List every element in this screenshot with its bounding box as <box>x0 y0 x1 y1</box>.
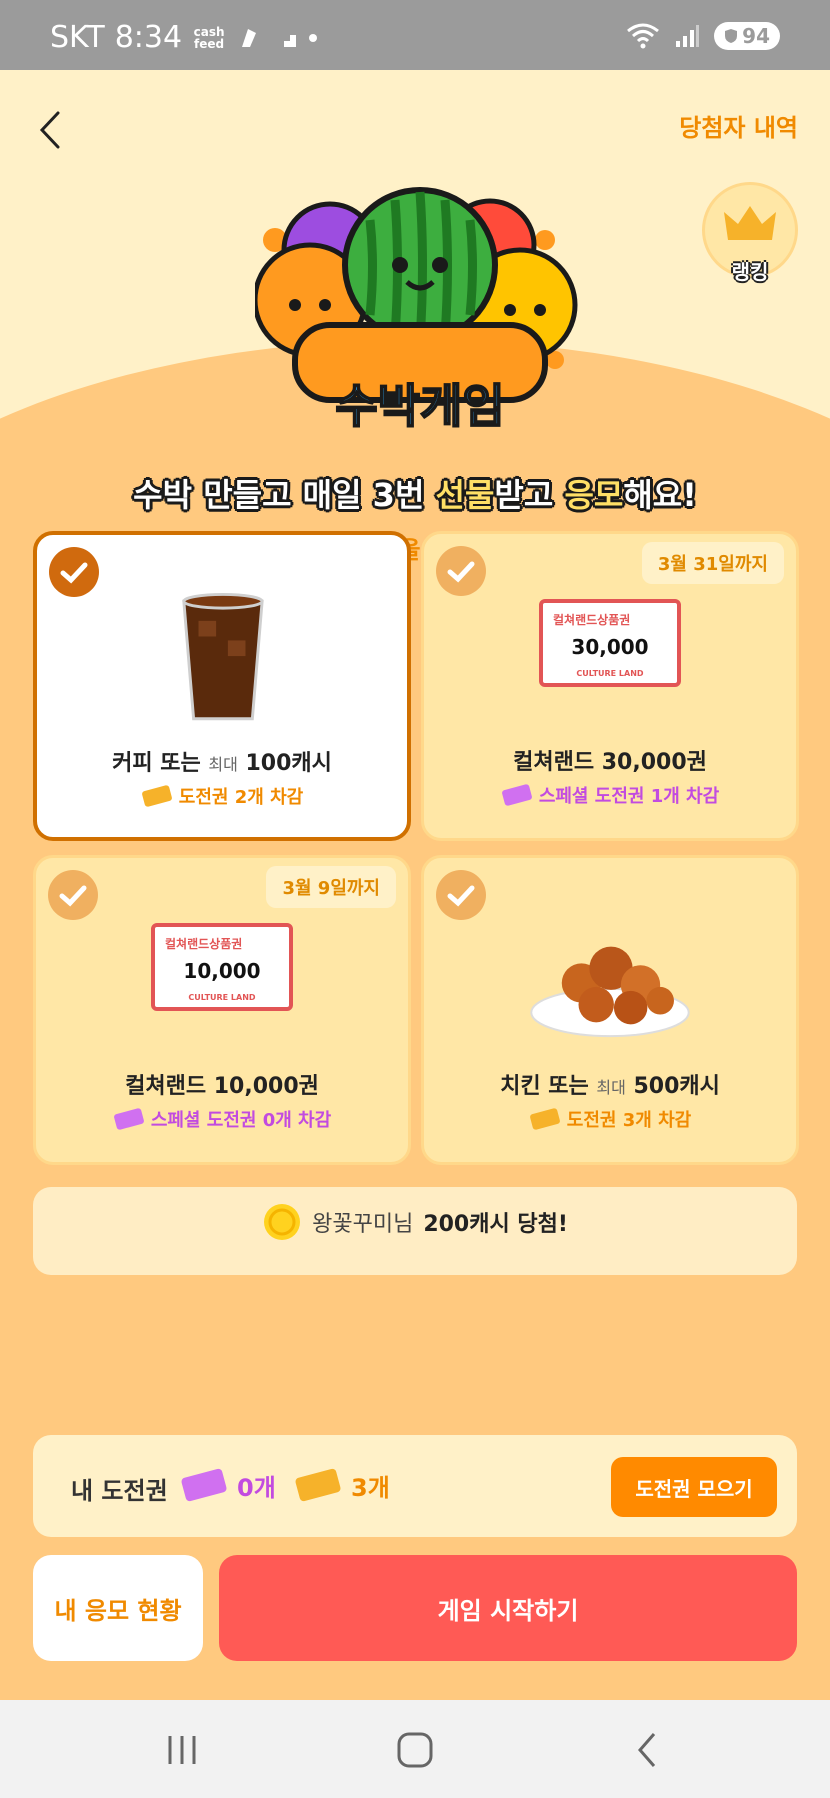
prize-name-max: 최대 <box>596 1078 626 1097</box>
special-ticket-icon <box>181 1468 227 1502</box>
deadline-badge: 3월 9일까지 <box>266 866 396 908</box>
battery-indicator: 94 <box>714 22 780 50</box>
voucher-title: 컬쳐랜드상품권 <box>553 613 631 627</box>
hero-area: 당첨자 내역 랭킹 수박게임 수박 만들고 매일 3번 선물받고 응모해요! 원… <box>0 70 830 570</box>
battery-level: 94 <box>742 24 770 48</box>
special-ticket-icon <box>113 1108 144 1130</box>
special-ticket-count: 0개 <box>179 1465 276 1505</box>
prize-cost-text: 도전권 3개 차감 <box>566 1110 692 1131</box>
prize-name-text: 치킨 또는 <box>500 1074 597 1099</box>
back-icon[interactable] <box>32 105 72 155</box>
cash-feed-icon: cash feed <box>193 24 225 51</box>
clock: 8:34 <box>114 20 183 55</box>
collect-tickets-button[interactable]: 도전권 모으기 <box>611 1457 777 1517</box>
notification-app-icon <box>242 28 257 47</box>
voucher-amount: 10,000 <box>183 959 261 983</box>
fried-chicken-image <box>530 946 690 1038</box>
voucher-image: 컬쳐랜드상품권 30,000 CULTURE LAND <box>424 589 796 729</box>
winner-name: 왕꽃꾸미님 <box>312 1212 414 1237</box>
prize-cost: 도전권 2개 차감 <box>37 783 407 809</box>
voucher-brand: CULTURE LAND <box>576 669 644 678</box>
carrier: SKT <box>50 20 105 55</box>
more-dot-icon <box>309 33 318 42</box>
wifi-icon <box>627 23 660 49</box>
voucher-card: 컬쳐랜드상품권 30,000 CULTURE LAND <box>539 599 681 687</box>
ticket-icon <box>529 1108 560 1130</box>
voucher-title: 컬쳐랜드상품권 <box>165 937 243 951</box>
prize-card-coffee[interactable]: 커피 또는 최대 100캐시 도전권 2개 차감 <box>33 531 411 841</box>
headline-part: 수박 만들고 매일 3번 <box>133 476 436 514</box>
headline-highlight-apply: 응모 <box>564 476 624 514</box>
deadline-badge: 3월 31일까지 <box>641 542 784 584</box>
prize-name-text: 커피 또는 <box>112 751 209 776</box>
ticket-count-value: 3개 <box>351 1473 390 1502</box>
signal-icon <box>676 25 700 47</box>
status-left: SKT 8:34 cash feed <box>50 20 318 55</box>
iced-coffee-image <box>182 592 264 721</box>
prize-name-amount: 100캐시 <box>237 751 332 776</box>
winner-ticker: 왕꽃꾸미님 200캐시 당첨! <box>33 1187 797 1275</box>
home-icon[interactable] <box>393 1728 437 1772</box>
prize-cost: 스페셜 도전권 0개 차감 <box>36 1106 408 1132</box>
start-game-button[interactable]: 게임 시작하기 <box>219 1555 797 1661</box>
ticket-icon <box>141 785 172 807</box>
status-bar: SKT 8:34 cash feed 94 <box>0 0 830 70</box>
ticket-count: 3개 <box>293 1465 390 1505</box>
headline-highlight-gift: 선물 <box>435 476 495 514</box>
voucher-card: 컬쳐랜드상품권 10,000 CULTURE LAND <box>151 923 293 1011</box>
voucher-amount: 30,000 <box>571 635 649 659</box>
headline-part: 해요! <box>623 476 697 514</box>
special-ticket-count-value: 0개 <box>237 1473 276 1502</box>
prize-name-amount: 500캐시 <box>625 1074 720 1099</box>
shield-icon <box>725 29 738 43</box>
ranking-label: 랭킹 <box>731 260 769 284</box>
my-entries-button[interactable]: 내 응모 현황 <box>33 1555 203 1661</box>
coin-icon <box>264 1204 301 1240</box>
prize-name: 컬쳐랜드 10,000권 <box>125 1074 319 1099</box>
headline-part: 받고 <box>494 476 565 514</box>
prize-card-chicken[interactable]: 치킨 또는 최대 500캐시 도전권 3개 차감 <box>421 855 799 1165</box>
prize-cost-text: 스페셜 도전권 1개 차감 <box>538 786 720 807</box>
prize-name: 치킨 또는 최대 500캐시 <box>424 1068 796 1100</box>
prize-name-max: 최대 <box>208 755 238 774</box>
headline: 수박 만들고 매일 3번 선물받고 응모해요! <box>0 470 830 516</box>
prize-name: 커피 또는 최대 100캐시 <box>37 745 407 777</box>
winner-ticker-text: 왕꽃꾸미님 200캐시 당첨! <box>33 1202 797 1242</box>
winner-result: 200캐시 당첨! <box>423 1212 568 1237</box>
back-nav-icon[interactable] <box>626 1728 670 1772</box>
prize-cost-text: 스페셜 도전권 0개 차감 <box>150 1110 332 1131</box>
voucher-image: 컬쳐랜드상품권 10,000 CULTURE LAND <box>36 913 408 1053</box>
game-title-logo-text: 수박게임 <box>334 378 505 434</box>
status-right: 94 <box>626 22 780 50</box>
navigation-bar <box>0 1700 830 1798</box>
prize-card-cultureland-30000[interactable]: 3월 31일까지 컬쳐랜드상품권 30,000 CULTURE LAND 컬쳐랜… <box>421 531 799 841</box>
prize-cost: 도전권 3개 차감 <box>424 1106 796 1132</box>
prize-name: 컬쳐랜드 30,000권 <box>513 750 707 775</box>
prize-card-cultureland-10000[interactable]: 3월 9일까지 컬쳐랜드상품권 10,000 CULTURE LAND 컬쳐랜드… <box>33 855 411 1165</box>
winners-history-link[interactable]: 당첨자 내역 <box>679 108 798 143</box>
special-ticket-icon <box>501 784 532 806</box>
notification-stairs-icon <box>276 34 297 47</box>
recent-apps-icon[interactable] <box>160 1728 204 1772</box>
prize-cost: 스페셜 도전권 1개 차감 <box>424 782 796 808</box>
prize-cost-text: 도전권 2개 차감 <box>178 787 304 808</box>
my-tickets-label: 내 도전권 <box>71 1477 168 1505</box>
ticket-icon <box>295 1468 341 1502</box>
voucher-brand: CULTURE LAND <box>188 993 256 1002</box>
my-tickets-panel: 내 도전권 0개 3개 도전권 모으기 <box>33 1435 797 1537</box>
